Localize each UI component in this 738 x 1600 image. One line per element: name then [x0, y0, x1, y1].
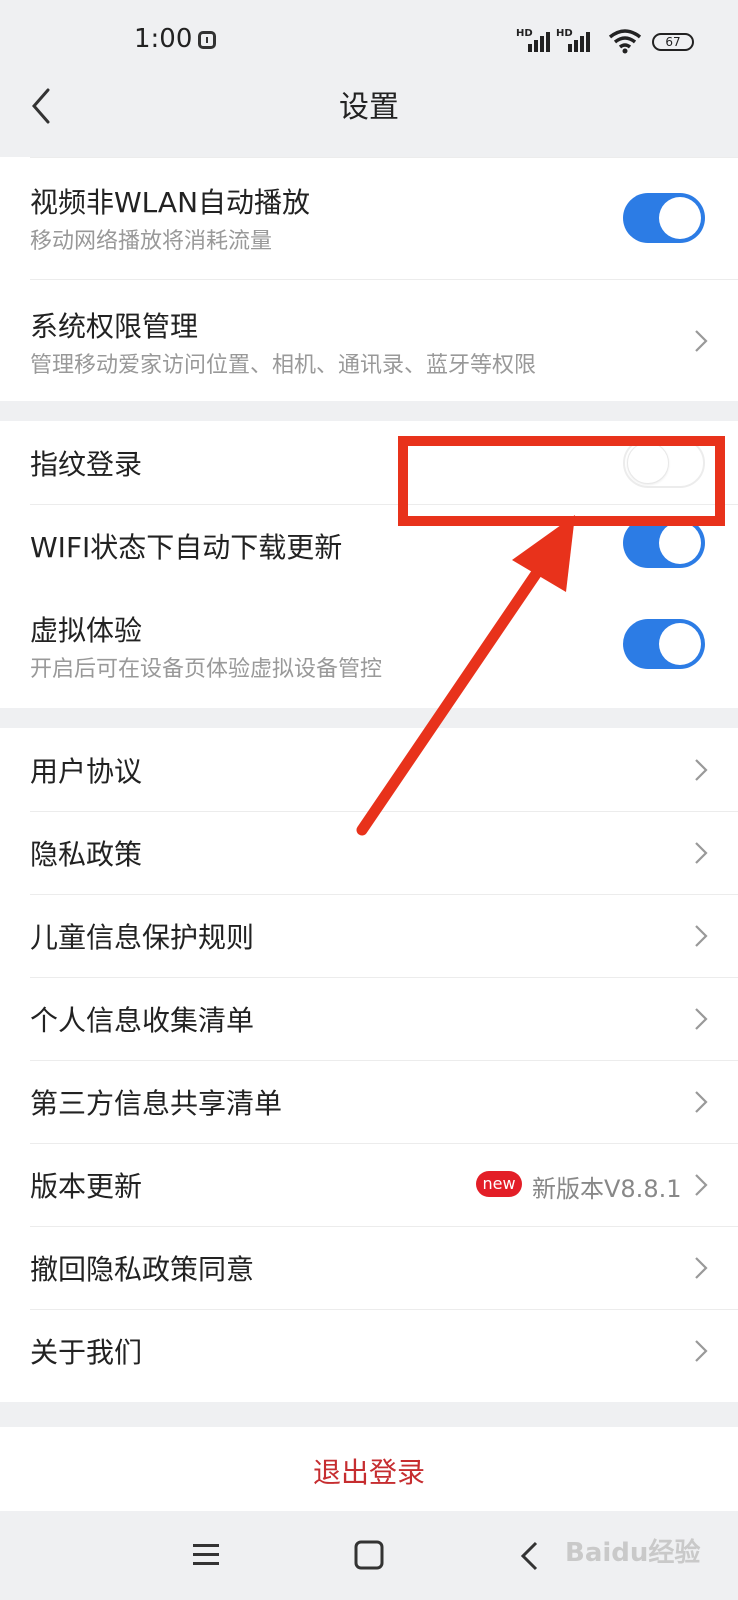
revoke-privacy-label: 撤回隐私政策同意	[30, 1253, 255, 1286]
list-item[interactable]: 第三方信息共享清单	[0, 1060, 738, 1143]
video-autoplay-row: 视频非WLAN自动播放 移动网络播放将消耗流量	[0, 157, 738, 279]
wifi-update-label: WIFI状态下自动下载更新	[30, 531, 343, 564]
virtual-experience-description: 开启后可在设备页体验虚拟设备管控	[30, 657, 383, 682]
list-item[interactable]: 用户协议	[0, 728, 738, 811]
chevron-right-icon	[695, 1340, 708, 1362]
privacy-policy-label: 隐私政策	[30, 838, 143, 871]
highlight-box	[398, 436, 725, 526]
about-us-label: 关于我们	[30, 1336, 143, 1369]
signal-hd-label: HD	[516, 28, 533, 39]
permissions-row[interactable]: 系统权限管理 管理移动爱家访问位置、相机、通讯录、蓝牙等权限	[0, 279, 738, 401]
chevron-right-icon	[695, 1091, 708, 1113]
cellular-signal-icon-2: HD	[556, 28, 596, 52]
virtual-experience-label: 虚拟体验	[30, 614, 143, 647]
fingerprint-label: 指纹登录	[30, 448, 143, 481]
list-item[interactable]: 儿童信息保护规则	[0, 894, 738, 977]
settings-section-about: 用户协议 隐私政策 儿童信息保护规则 个人信息收集清单 第三方信息共享清单 版本…	[0, 728, 738, 1402]
chevron-right-icon	[695, 842, 708, 864]
settings-section-media: 视频非WLAN自动播放 移动网络播放将消耗流量 系统权限管理 管理移动爱家访问位…	[0, 157, 738, 401]
chevron-right-icon	[695, 1174, 708, 1196]
system-navigation-bar: Baidu经验	[0, 1512, 738, 1600]
virtual-experience-toggle[interactable]	[623, 619, 705, 669]
virtual-experience-row: 虚拟体验 开启后可在设备页体验虚拟设备管控	[0, 587, 738, 708]
third-party-sharing-label: 第三方信息共享清单	[30, 1087, 283, 1120]
chevron-right-icon	[695, 759, 708, 781]
baidu-watermark: Baidu经验	[565, 1538, 701, 1568]
video-autoplay-toggle[interactable]	[623, 193, 705, 243]
chevron-right-icon	[695, 1257, 708, 1279]
version-update-row[interactable]: 版本更新 new 新版本V8.8.1	[0, 1143, 738, 1226]
video-autoplay-label: 视频非WLAN自动播放	[30, 186, 311, 219]
child-protection-label: 儿童信息保护规则	[30, 921, 255, 954]
menu-icon[interactable]	[192, 1542, 220, 1568]
chevron-right-icon	[695, 925, 708, 947]
personal-info-list-label: 个人信息收集清单	[30, 1004, 255, 1037]
alarm-icon	[198, 31, 216, 49]
battery-icon: 67	[652, 33, 694, 51]
video-autoplay-description: 移动网络播放将消耗流量	[30, 229, 273, 254]
cellular-signal-icon: HD	[516, 28, 556, 52]
user-agreement-label: 用户协议	[30, 755, 143, 788]
list-item[interactable]: 个人信息收集清单	[0, 977, 738, 1060]
logout-button[interactable]: 退出登录	[0, 1427, 738, 1511]
version-update-label: 版本更新	[30, 1170, 143, 1203]
new-badge: new	[476, 1171, 522, 1197]
chevron-right-icon	[695, 330, 708, 352]
chevron-right-icon	[695, 1008, 708, 1030]
list-item[interactable]: 隐私政策	[0, 811, 738, 894]
logout-label: 退出登录	[312, 1456, 425, 1489]
version-value: 新版本V8.8.1	[532, 1175, 682, 1203]
list-item[interactable]: 关于我们	[0, 1309, 738, 1392]
page-title: 设置	[339, 90, 399, 125]
list-item[interactable]: 撤回隐私政策同意	[0, 1226, 738, 1309]
permissions-label: 系统权限管理	[30, 310, 199, 343]
status-time: 1:00	[134, 24, 193, 54]
signal-hd-label-2: HD	[556, 28, 573, 39]
home-icon[interactable]	[354, 1540, 384, 1570]
wifi-icon	[608, 29, 642, 54]
status-bar: 1:00 HD HD 67	[0, 0, 738, 80]
back-nav-icon[interactable]	[518, 1540, 540, 1572]
permissions-description: 管理移动爱家访问位置、相机、通讯录、蓝牙等权限	[30, 353, 537, 378]
